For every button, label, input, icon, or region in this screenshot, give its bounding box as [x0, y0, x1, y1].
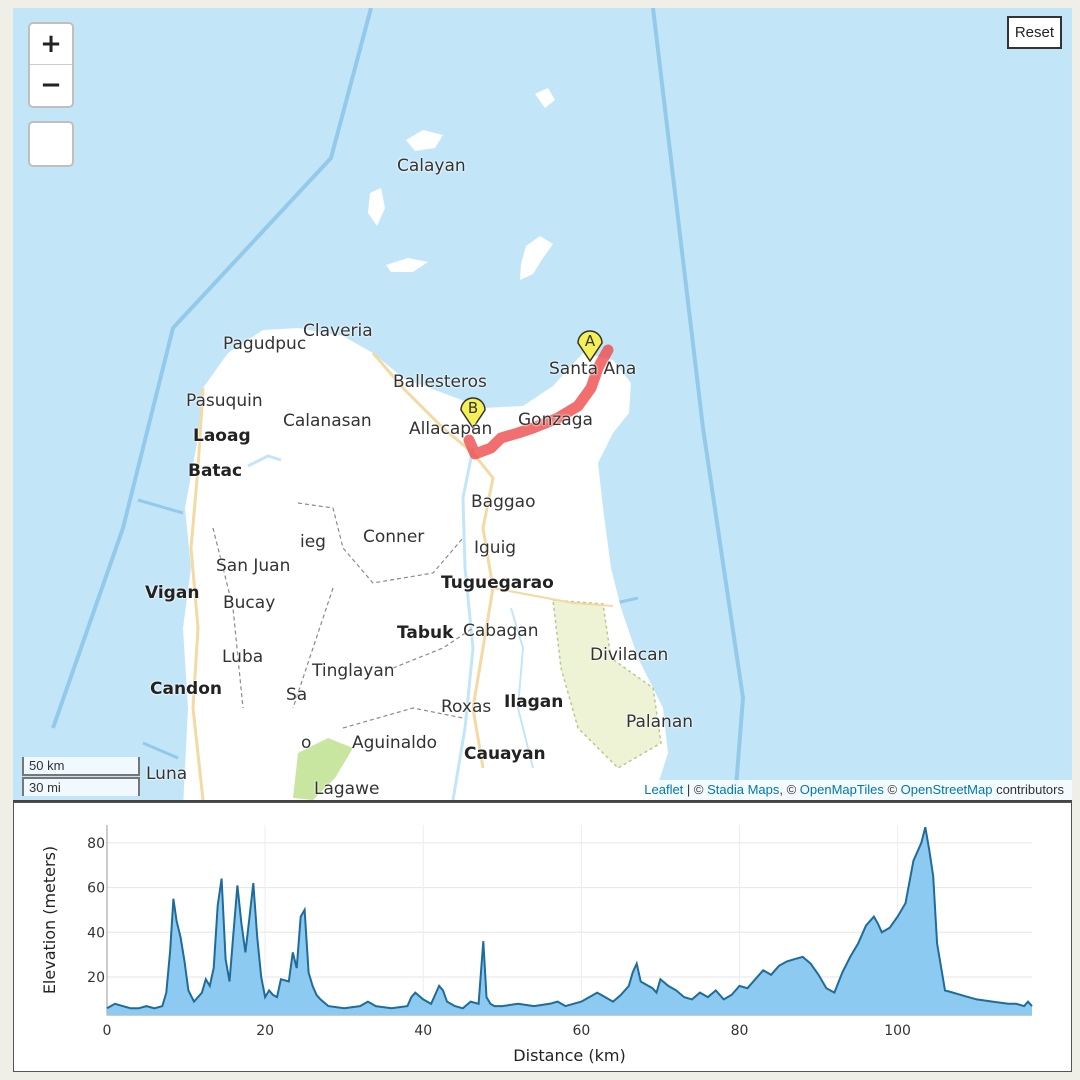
stadia-link[interactable]: Stadia Maps	[707, 782, 779, 797]
island	[520, 236, 553, 280]
place-label: Bucay	[223, 593, 276, 613]
x-axis-label: Distance (km)	[513, 1046, 625, 1065]
y-tick-label: 60	[87, 881, 105, 897]
place-label: Aguinaldo	[352, 733, 438, 753]
place-label: Palanan	[626, 712, 694, 732]
reset-button[interactable]: Reset	[1006, 16, 1062, 49]
osm-link[interactable]: OpenStreetMap	[901, 782, 993, 797]
island	[386, 258, 428, 272]
place-label: Conner	[363, 527, 425, 547]
y-tick-label: 80	[87, 836, 105, 852]
x-tick-label: 40	[414, 1023, 432, 1039]
y-axis-ticks: 20 40 60 80	[87, 836, 105, 986]
place-label: Calayan	[397, 156, 466, 176]
place-label: San Juan	[216, 556, 291, 576]
scale-mi: 30 mi	[22, 777, 140, 796]
scale-km: 50 km	[22, 757, 140, 776]
place-label: Ballesteros	[393, 372, 487, 392]
place-label: Roxas	[441, 697, 492, 717]
x-axis-ticks: 0 20 40 60 80 100	[103, 1023, 911, 1039]
place-label: Calanasan	[283, 411, 372, 431]
place-label: Iguig	[474, 538, 517, 558]
place-label: Sa	[286, 685, 308, 705]
place-label: Pagudpuc	[223, 334, 307, 354]
place-label: Gonzaga	[518, 410, 593, 430]
x-tick-label: 0	[103, 1023, 112, 1039]
y-tick-label: 40	[87, 925, 105, 941]
place-label: Lagawe	[314, 779, 380, 799]
place-label: o	[301, 733, 312, 753]
place-label: Allacapan	[409, 419, 493, 439]
place-label: Divilacan	[590, 645, 669, 665]
place-label: Tabuk	[397, 623, 454, 643]
place-label: Tuguegarao	[441, 573, 554, 593]
attribution-separator: , ©	[779, 782, 800, 797]
layers-button[interactable]	[28, 121, 74, 167]
zoom-control: + −	[28, 22, 74, 108]
place-label: Pasuquin	[186, 391, 263, 411]
place-label: ieg	[300, 532, 326, 552]
attribution-tail: contributors	[992, 782, 1064, 797]
x-tick-label: 20	[256, 1023, 274, 1039]
place-label: Candon	[150, 679, 223, 699]
island-calayan	[406, 130, 443, 151]
island	[368, 188, 385, 226]
marker-b-label: B	[468, 399, 478, 417]
place-label: Vigan	[145, 583, 200, 603]
map-view[interactable]: A B Calayan Claveria Pagudpuc Santa Ana …	[13, 8, 1072, 802]
openmaptiles-link[interactable]: OpenMapTiles	[800, 782, 884, 797]
place-label: Luba	[222, 647, 264, 667]
map-attribution: Leaflet | © Stadia Maps, © OpenMapTiles …	[636, 780, 1072, 800]
attribution-separator: | ©	[683, 782, 708, 797]
place-label: Cabagan	[463, 621, 539, 641]
marker-a-label: A	[585, 332, 596, 350]
place-label: Tinglayan	[312, 661, 395, 681]
leaflet-link[interactable]: Leaflet	[644, 782, 683, 797]
elevation-chart[interactable]: 20 40 60 80 0 20 40 60 80 100 Distance (km) Elev…	[14, 803, 1071, 1071]
zoom-in-button[interactable]: +	[30, 24, 72, 65]
x-tick-label: 80	[731, 1023, 749, 1039]
scale-bar: 50 km 30 mi	[22, 757, 140, 796]
x-tick-label: 60	[572, 1023, 590, 1039]
y-axis-label: Elevation (meters)	[40, 846, 59, 994]
elevation-profile: 20 40 60 80 0 20 40 60 80 100 Distance (km) Elev…	[13, 802, 1072, 1072]
place-label: Luna	[146, 764, 188, 784]
x-tick-label: 100	[884, 1023, 911, 1039]
place-label: Santa Ana	[549, 359, 637, 379]
route-viewer: A B Calayan Claveria Pagudpuc Santa Ana …	[0, 0, 1080, 1080]
place-label: Ilagan	[504, 692, 564, 712]
attribution-separator: ©	[883, 782, 901, 797]
y-tick-label: 20	[87, 970, 105, 986]
place-label: Batac	[188, 461, 243, 481]
maritime-boundary	[651, 8, 746, 800]
zoom-out-button[interactable]: −	[30, 65, 72, 105]
place-label: Baggao	[471, 492, 536, 512]
place-label: Laoag	[193, 426, 251, 446]
place-label: Claveria	[303, 321, 373, 341]
place-label: Cauayan	[464, 744, 546, 764]
island	[535, 88, 555, 108]
